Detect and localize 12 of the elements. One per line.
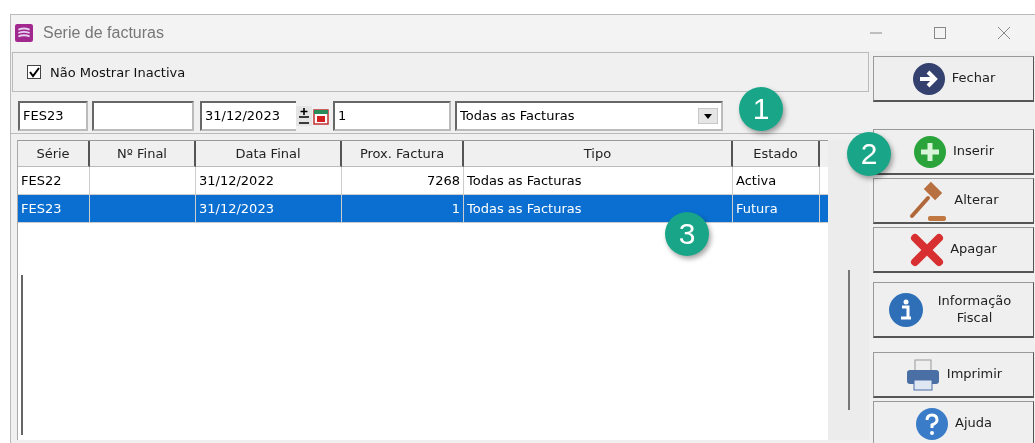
table-cell: Activa [733,167,820,194]
table-cell: FES23 [18,195,90,222]
table-cell: 31/12/2022 [196,167,342,194]
table-cell: FES22 [18,167,90,194]
window-title: Serie de facturas [43,24,164,42]
checkbox-label: Não Mostrar Inactiva [50,64,186,80]
table-cell: Todas as Facturas [464,167,733,194]
table-cell: 7268 [342,167,464,194]
table-cell: 1 [342,195,464,222]
table-cell: 31/12/2023 [196,195,342,222]
table-cell: Futura [733,195,820,222]
step-callout-tooltip: 1 [739,87,783,131]
